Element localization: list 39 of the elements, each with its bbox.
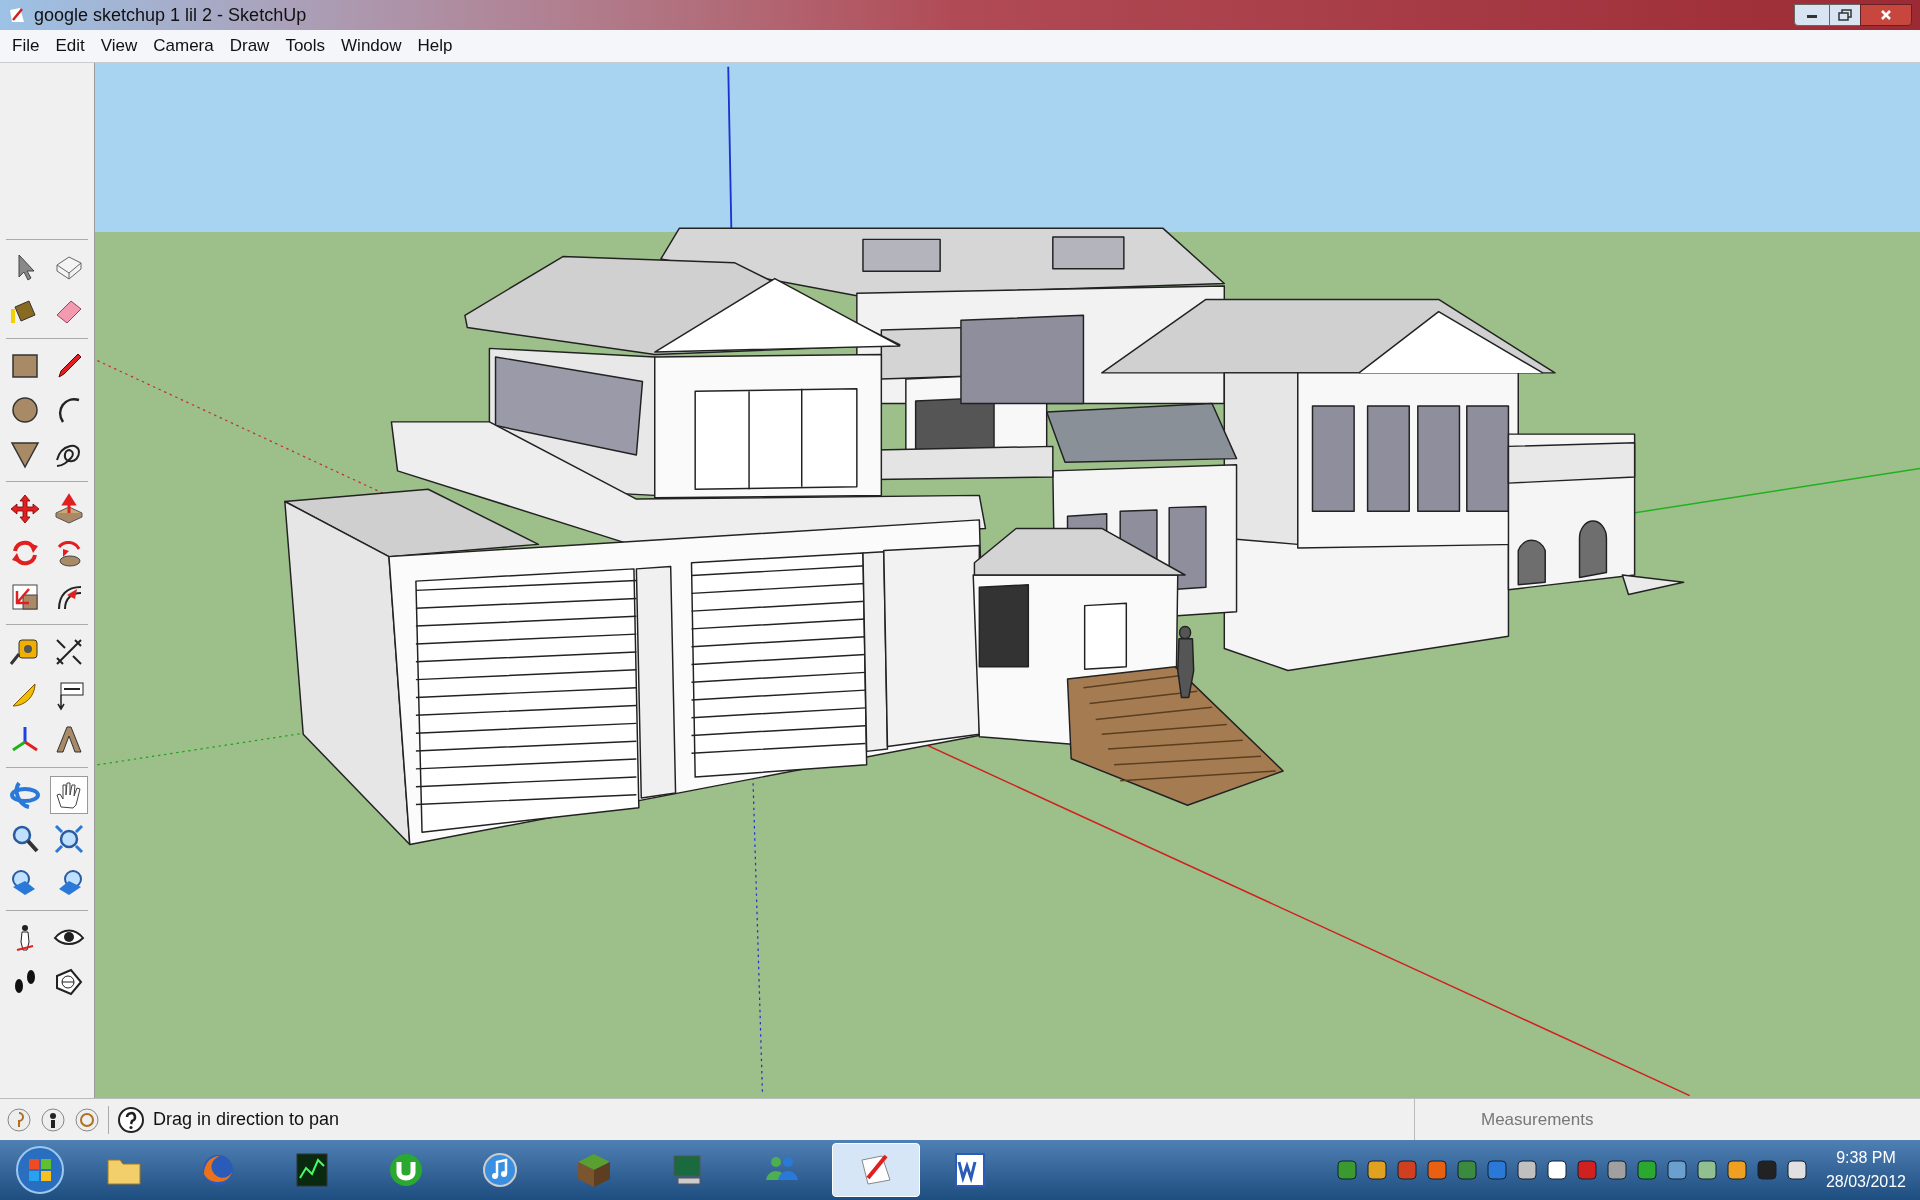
clock-date: 28/03/2012: [1825, 1172, 1906, 1192]
menu-item[interactable]: File: [4, 33, 48, 59]
person-badge-icon: [40, 1106, 66, 1133]
push-pull-icon: [53, 493, 85, 525]
menu-item[interactable]: Camera: [145, 33, 222, 59]
windows-orb-icon: [15, 1145, 65, 1195]
app-icon: [8, 6, 26, 24]
orbit-icon: [9, 779, 41, 811]
help-icon[interactable]: [117, 1105, 145, 1134]
minimize-icon: [1806, 12, 1818, 18]
tray-icon[interactable]: [1605, 1159, 1628, 1181]
close-button[interactable]: [1860, 4, 1912, 26]
restore-icon: [1838, 9, 1852, 21]
scale-icon: [9, 581, 41, 613]
menu-item[interactable]: Edit: [47, 33, 93, 59]
tray-icon[interactable]: [1515, 1159, 1538, 1181]
menu-item[interactable]: Help: [409, 33, 461, 59]
tray-icon[interactable]: [1545, 1159, 1568, 1181]
tray-icon[interactable]: [1725, 1159, 1748, 1181]
tray-icon[interactable]: [1785, 1159, 1808, 1181]
menu-item[interactable]: Window: [333, 33, 410, 59]
restore-button[interactable]: [1830, 4, 1860, 26]
four-way-arrows-icon: [9, 493, 41, 525]
tool-button[interactable]: [50, 776, 88, 814]
menu-item[interactable]: Tools: [277, 33, 334, 59]
tray-icon[interactable]: [1365, 1159, 1388, 1181]
status-message: Drag in direction to pan: [153, 1108, 340, 1131]
window-title: google sketchup 1 lil 2 - SketchUp: [34, 3, 307, 27]
zoom-window-icon: [53, 823, 85, 855]
menu-item[interactable]: Draw: [221, 33, 278, 59]
close-icon: [1880, 9, 1892, 21]
clock-time: 9:38 PM: [1836, 1148, 1896, 1168]
minimize-button[interactable]: [1794, 4, 1830, 26]
tray-icon[interactable]: [1695, 1159, 1718, 1181]
circle-icon: [9, 394, 41, 426]
menu-item[interactable]: View: [92, 33, 146, 59]
measurements-label: Measurements: [1481, 1108, 1594, 1131]
taskbar-app-button[interactable]: [832, 1143, 920, 1197]
music-note-icon: [480, 1150, 520, 1190]
